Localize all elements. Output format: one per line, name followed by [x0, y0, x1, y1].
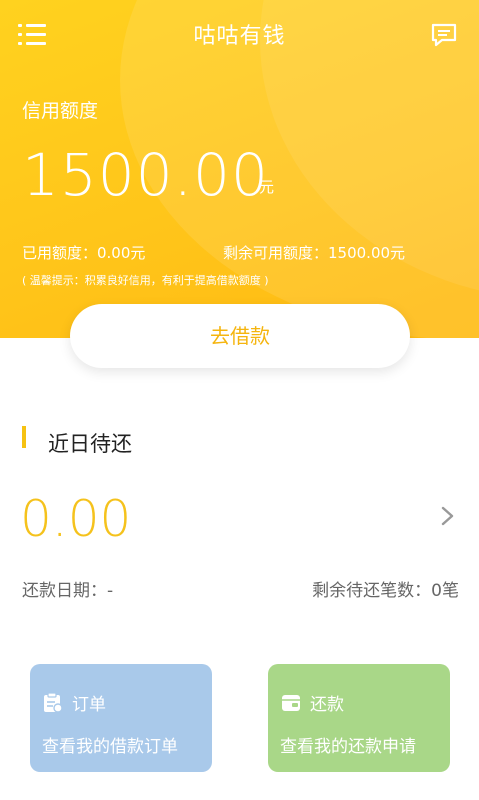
borrow-button[interactable]: 去借款 — [70, 304, 410, 368]
repay-card-title: 还款 — [310, 695, 344, 715]
credit-unit: 元 — [259, 178, 275, 196]
page-title: 咕咕有钱 — [193, 24, 286, 49]
repay-date: 还款日期：- — [22, 581, 114, 601]
credit-label: 信用额度 — [22, 100, 99, 122]
chevron-right-icon[interactable] — [436, 505, 458, 527]
orders-card-title: 订单 — [72, 695, 106, 715]
orders-card[interactable]: 订单 查看我的借款订单 — [30, 664, 212, 772]
wallet-icon — [280, 692, 302, 712]
header: 咕咕有钱 信用额度 1500.00 元 已用额度：0.00元 剩余可用额度：15… — [0, 0, 479, 338]
orders-card-desc: 查看我的借款订单 — [42, 737, 178, 757]
remaining-count: 剩余待还笔数：0笔 — [312, 581, 459, 601]
section-title: 近日待还 — [48, 432, 132, 456]
section-accent-bar — [22, 426, 26, 448]
repay-card-desc: 查看我的还款申请 — [280, 737, 416, 757]
remaining-credit: 剩余可用额度：1500.00元 — [223, 244, 406, 262]
credit-tip: ( 温馨提示：积累良好信用，有利于提高借款额度 ) — [22, 274, 269, 287]
message-icon[interactable] — [430, 22, 460, 48]
due-amount: 0.00 — [20, 490, 132, 548]
used-credit: 已用额度：0.00元 — [22, 244, 146, 262]
clipboard-icon — [42, 692, 64, 713]
credit-amount: 1500.00 — [22, 141, 269, 209]
repay-card[interactable]: 还款 查看我的还款申请 — [268, 664, 450, 772]
